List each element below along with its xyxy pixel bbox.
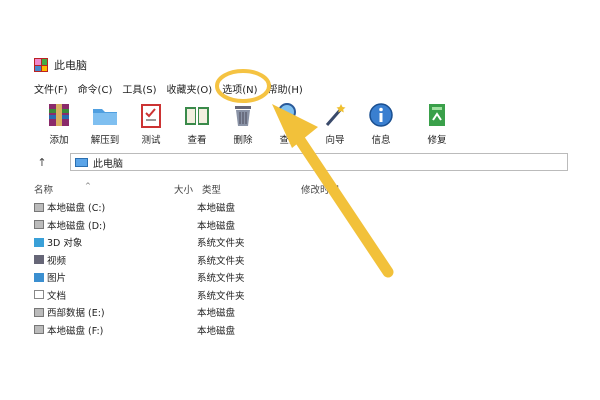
annotation-overlay xyxy=(215,69,394,278)
pointer-arrow-shaft xyxy=(294,134,394,278)
pointer-arrow-head xyxy=(272,104,318,148)
highlight-circle xyxy=(215,69,271,103)
